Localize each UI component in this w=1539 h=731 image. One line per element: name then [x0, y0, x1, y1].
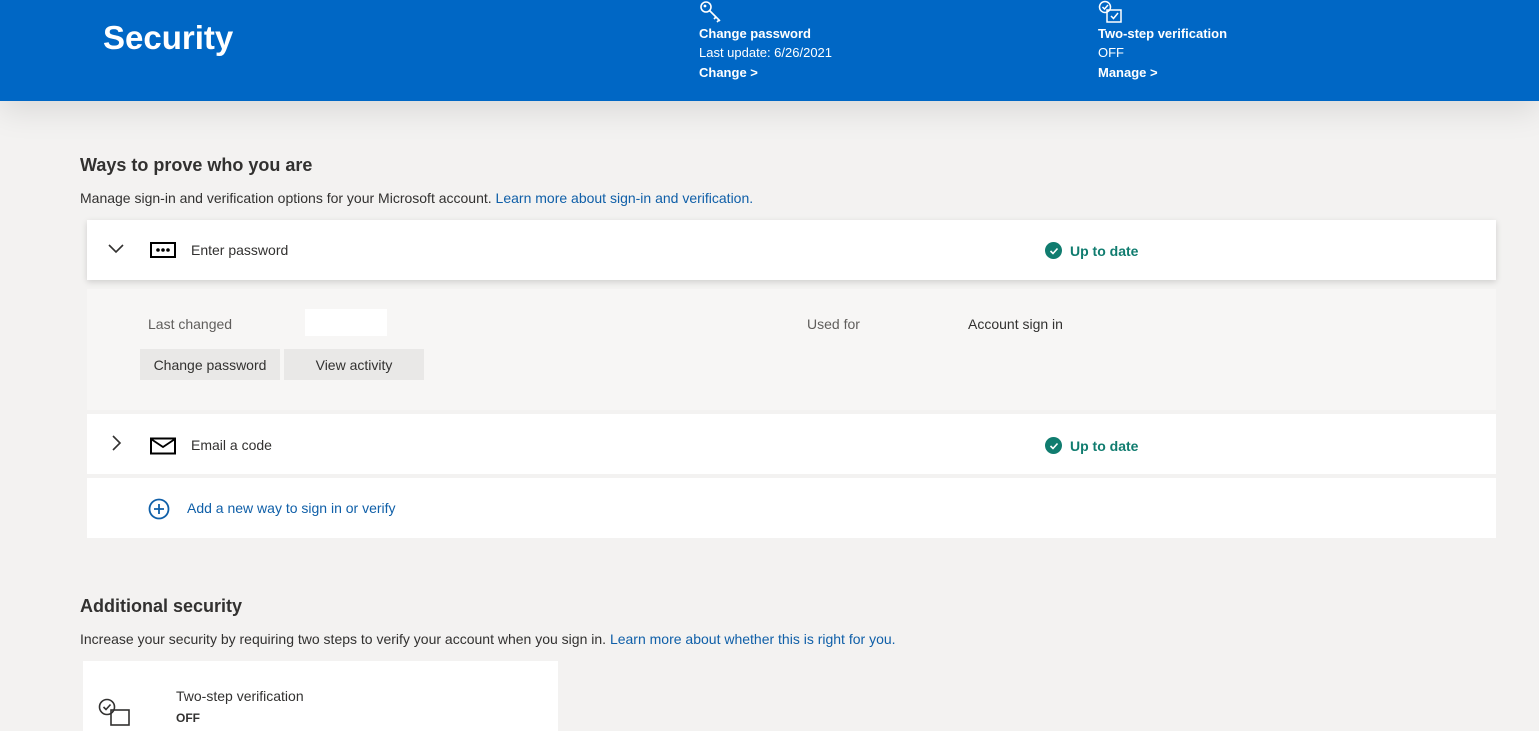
- change-password-title: Change password: [699, 26, 811, 41]
- method-label: Email a code: [191, 437, 272, 453]
- view-activity-button[interactable]: View activity: [284, 349, 424, 380]
- status-badge: Up to date: [1045, 437, 1138, 454]
- change-password-button[interactable]: Change password: [140, 349, 280, 380]
- status-text: Up to date: [1070, 437, 1139, 454]
- status-badge: Up to date: [1045, 242, 1138, 259]
- page-title: Security: [103, 19, 234, 56]
- additional-desc-text: Increase your security by requiring two …: [80, 631, 607, 647]
- security-header: Security Change password Last update: 6/…: [0, 0, 1539, 101]
- method-row-email[interactable]: Email a code Up to date: [87, 414, 1496, 474]
- add-new-method-row[interactable]: Add a new way to sign in or verify: [87, 478, 1496, 538]
- checklist-icon: [1098, 0, 1122, 23]
- last-changed-label: Last changed: [148, 316, 233, 332]
- key-icon: [700, 1, 721, 23]
- additional-learn-more-link[interactable]: Learn more about whether this is right f…: [610, 631, 896, 647]
- ways-title: Ways to prove who you are: [80, 155, 313, 175]
- manage-link[interactable]: Manage >: [1098, 65, 1158, 80]
- ways-desc: Manage sign-in and verification options …: [80, 190, 753, 206]
- add-new-method-link[interactable]: Add a new way to sign in or verify: [187, 500, 396, 516]
- ways-desc-text: Manage sign-in and verification options …: [80, 190, 492, 206]
- two-step-summary: Two-step verification OFF Manage >: [1098, 0, 1358, 100]
- method-row-password[interactable]: Enter password Up to date: [87, 220, 1496, 280]
- check-circle-icon: [1045, 242, 1062, 259]
- used-for-value: Account sign in: [968, 316, 1063, 332]
- status-text: Up to date: [1070, 242, 1139, 259]
- two-step-card-status: OFF: [176, 711, 200, 725]
- method-label: Enter password: [191, 242, 289, 258]
- check-circle-icon: [1045, 437, 1062, 454]
- two-step-card-title: Two-step verification: [176, 688, 304, 704]
- two-step-status: OFF: [1098, 45, 1124, 60]
- last-changed-value: [305, 309, 387, 336]
- plus-circle-icon[interactable]: [148, 498, 170, 520]
- envelope-icon: [150, 437, 176, 455]
- two-step-title: Two-step verification: [1098, 26, 1228, 41]
- chevron-right-icon[interactable]: [107, 434, 125, 452]
- password-dots-icon: [150, 242, 176, 258]
- password-details-panel: Last changed Used for Account sign in Ch…: [87, 289, 1496, 410]
- additional-security-title: Additional security: [80, 596, 243, 616]
- last-update-text: Last update: 6/26/2021: [699, 45, 833, 60]
- used-for-label: Used for: [807, 316, 860, 332]
- chevron-down-icon[interactable]: [107, 240, 125, 258]
- change-link[interactable]: Change >: [699, 65, 758, 80]
- ways-learn-more-link[interactable]: Learn more about sign-in and verificatio…: [496, 190, 754, 206]
- checklist-icon: [98, 698, 130, 726]
- additional-security-desc: Increase your security by requiring two …: [80, 631, 896, 647]
- change-password-summary: Change password Last update: 6/26/2021 C…: [699, 0, 959, 100]
